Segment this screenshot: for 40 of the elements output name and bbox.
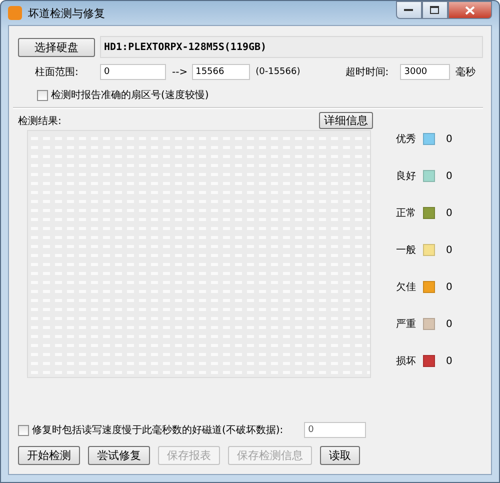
window-title: 坏道检测与修复: [28, 6, 106, 20]
timeout-label: 超时时间:: [345, 66, 390, 79]
arrow-label: -->: [172, 66, 188, 78]
minimize-icon: [404, 8, 414, 12]
range-hint: (0-15566): [256, 67, 300, 77]
checkbox[interactable]: [37, 90, 48, 100]
legend-count: 0: [446, 208, 452, 218]
maximize-button[interactable]: [422, 1, 448, 19]
app-logo-icon: [8, 6, 22, 20]
legend-count: 0: [446, 318, 452, 330]
legend-label: 欠佳: [396, 281, 416, 294]
legend-label: 严重: [396, 318, 416, 331]
report-sector-label: 检测时报告准确的扇区号(速度较慢): [51, 88, 209, 102]
disk-display: HD1:PLEXTORPX-128M5S(119GB): [100, 36, 483, 58]
legend-label: 正常: [396, 206, 416, 220]
timeout-field[interactable]: 3000: [400, 64, 450, 80]
maximize-icon: [430, 6, 440, 14]
close-button[interactable]: [448, 1, 492, 19]
range-start-field[interactable]: 0: [100, 64, 166, 80]
legend-label: 损坏: [396, 355, 416, 368]
action-button[interactable]: 开始检测: [18, 446, 80, 465]
range-label: 柱面范围:: [35, 66, 80, 79]
range-end-field[interactable]: 15566: [192, 64, 250, 80]
legend-label: 良好: [396, 170, 416, 183]
unit-label: 毫秒: [455, 66, 476, 79]
repair-option-label: 修复时包括读写速度慢于此毫秒数的好磁道(不破坏数据):: [32, 424, 284, 437]
action-button[interactable]: 尝试修复: [88, 446, 150, 465]
select-disk-button[interactable]: 选择硬盘: [18, 38, 95, 56]
legend-count: 0: [446, 134, 452, 144]
minimize-button[interactable]: [396, 1, 422, 19]
close-icon: [465, 6, 475, 14]
legend-count: 0: [446, 356, 452, 366]
results-label: 检测结果:: [18, 114, 62, 128]
action-button[interactable]: 读取: [320, 446, 360, 465]
legend-count: 0: [446, 170, 452, 182]
legend-count: 0: [446, 244, 452, 256]
legend-label: 一般: [396, 244, 416, 257]
details-button[interactable]: 详细信息: [319, 112, 373, 129]
legend-label: 优秀: [396, 132, 416, 146]
legend-count: 0: [446, 282, 452, 292]
